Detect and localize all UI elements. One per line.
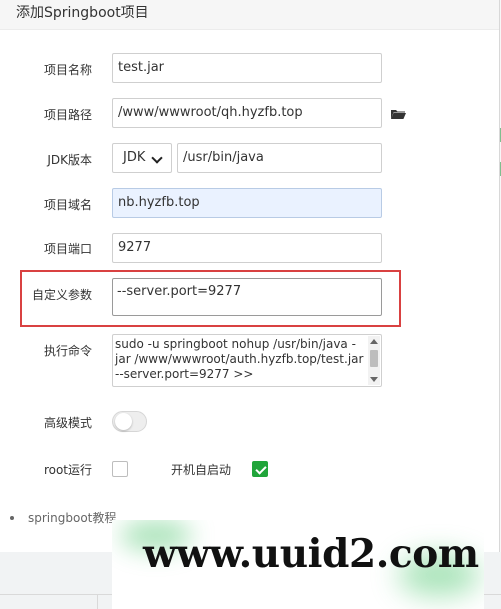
jdk-version-label: JDK版本	[47, 153, 92, 167]
root-run-label: root运行	[43, 463, 92, 477]
folder-open-icon[interactable]	[390, 107, 406, 121]
project-path-input[interactable]: /www/wwwroot/qh.hyzfb.top	[112, 98, 382, 128]
jdk-version-select[interactable]: JDK	[112, 143, 172, 173]
scroll-up-arrow-icon[interactable]	[370, 339, 378, 344]
project-name-input[interactable]: test.jar	[112, 53, 382, 83]
command-line: sudo -u springboot nohup /usr/bin/java -	[115, 337, 356, 351]
execute-command-textarea[interactable]: sudo -u springboot nohup /usr/bin/java -…	[112, 334, 382, 387]
project-name-label: 项目名称	[43, 63, 92, 77]
project-port-input[interactable]: 9277	[112, 233, 382, 263]
command-line: --server.port=9277 >>	[115, 367, 254, 381]
chevron-down-icon	[151, 152, 163, 164]
custom-parameter-input[interactable]: --server.port=9277	[112, 278, 382, 316]
project-port-label: 项目端口	[43, 242, 92, 256]
project-path-label: 项目路径	[43, 108, 92, 122]
command-line: jar /www/wwwroot/auth.hyzfb.top/test.jar	[115, 352, 364, 366]
watermark-text: www.uuid2.com	[143, 531, 479, 577]
jdk-path-input[interactable]: /usr/bin/java	[177, 143, 382, 173]
watermark-overlay: www.uuid2.com	[112, 520, 484, 609]
add-springboot-project-dialog: 添加Springboot项目 项目名称 test.jar 项目路径 /www/w…	[0, 0, 500, 552]
auto-start-label: 开机自启动	[171, 463, 232, 477]
bullet-icon	[10, 516, 14, 520]
advanced-mode-toggle[interactable]	[112, 411, 147, 432]
advanced-mode-label: 高级模式	[43, 416, 92, 430]
execute-command-text: sudo -u springboot nohup /usr/bin/java -…	[115, 337, 363, 382]
toggle-knob	[115, 413, 132, 430]
project-domain-label: 项目域名	[43, 198, 92, 212]
springboot-tutorial-link[interactable]: springboot教程	[28, 510, 116, 526]
execute-command-label: 执行命令	[43, 344, 92, 358]
scroll-thumb[interactable]	[370, 350, 378, 367]
custom-parameter-label: 自定义参数	[31, 288, 92, 302]
scroll-down-arrow-icon[interactable]	[370, 377, 378, 382]
command-scrollbar[interactable]	[368, 336, 380, 385]
jdk-version-selected-value: JDK	[123, 150, 146, 165]
auto-start-checkbox[interactable]	[252, 461, 268, 477]
root-run-checkbox[interactable]	[112, 461, 128, 477]
footer-divider	[97, 595, 98, 609]
checkmark-icon	[255, 463, 267, 475]
screenshot: 添加Springboot项目 项目名称 test.jar 项目路径 /www/w…	[0, 0, 501, 609]
dialog-title: 添加Springboot项目	[16, 5, 149, 21]
project-domain-input[interactable]: nb.hyzfb.top	[112, 188, 382, 218]
dialog-header: 添加Springboot项目	[0, 0, 499, 30]
